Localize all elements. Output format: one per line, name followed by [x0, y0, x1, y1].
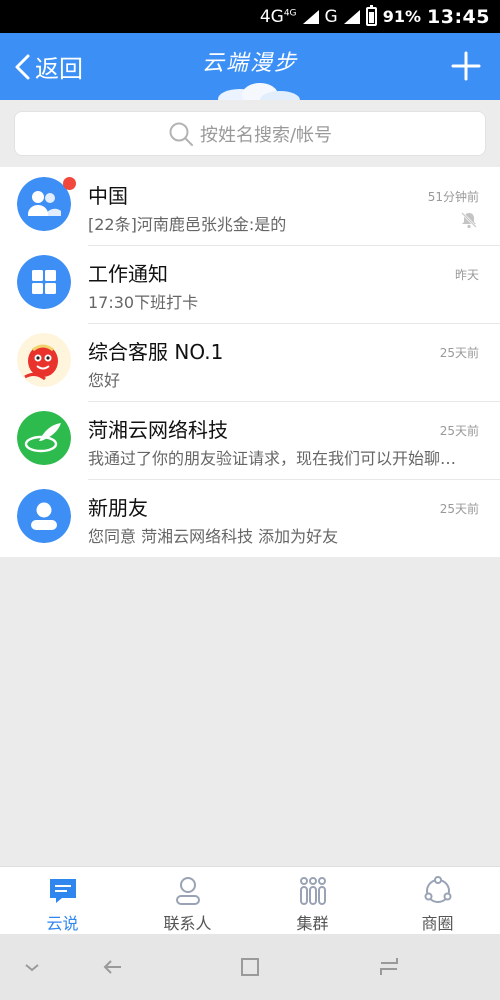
bottom-tab-bar: 云说 联系人 集群 商圈: [0, 866, 500, 934]
tab-contacts[interactable]: 联系人: [125, 867, 250, 934]
contacts-icon: [175, 877, 200, 905]
network-type-2: G: [324, 6, 338, 27]
search-placeholder: 按姓名搜索/帐号: [199, 124, 333, 146]
chat-name: 综合客服 NO.1: [88, 340, 224, 364]
chat-item-china[interactable]: 中国 [22条]河南鹿邑张兆金:是的 51分钟前: [0, 167, 500, 245]
grid-icon: [17, 255, 71, 309]
chat-time: 25天前: [439, 502, 479, 516]
avatar: [17, 333, 71, 387]
chat-preview: 17:30下班打卡: [88, 293, 199, 312]
app-bar: 返回 云端漫步: [0, 33, 500, 100]
search-area: 按姓名搜索/帐号: [0, 100, 500, 167]
chat-preview: 我通过了你的朋友验证请求，现在我们可以开始聊天了: [88, 449, 458, 468]
circle-icon: [424, 876, 451, 903]
chat-item-work-notice[interactable]: 工作通知 17:30下班打卡 昨天: [0, 245, 500, 323]
signal-icon: [302, 9, 319, 24]
cloud-decoration-icon: [218, 83, 300, 100]
tab-label: 商圈: [421, 914, 454, 933]
cluster-icon: [299, 877, 326, 905]
avatar: [17, 255, 71, 309]
chat-time: 25天前: [439, 424, 479, 438]
chat-preview: 您同意 菏湘云网络科技 添加为好友: [88, 527, 339, 546]
chevron-down-icon[interactable]: [20, 955, 44, 979]
muted-bell-icon: [461, 212, 477, 229]
tab-cluster[interactable]: 集群: [250, 867, 375, 934]
tab-label: 云说: [46, 914, 79, 933]
chat-bubble-icon: [49, 879, 76, 903]
status-bar: 4G4G G 91% 13:45: [0, 0, 500, 33]
company-logo: [17, 411, 71, 465]
recents-icon[interactable]: [377, 955, 401, 979]
search-icon: [169, 122, 193, 146]
chat-time: 昨天: [454, 268, 479, 282]
chat-name: 中国: [88, 184, 128, 208]
search-input[interactable]: 按姓名搜索/帐号: [14, 111, 486, 156]
tab-label: 集群: [296, 914, 329, 933]
battery-percent: 91%: [382, 7, 422, 26]
chat-item-customer-service[interactable]: 综合客服 NO.1 您好 25天前: [0, 323, 500, 401]
back-arrow-icon[interactable]: [101, 955, 125, 979]
app-title: 云端漫步: [201, 51, 298, 76]
tab-business-circle[interactable]: 商圈: [375, 867, 500, 934]
signal-icon: [343, 9, 360, 24]
avatar: [17, 411, 71, 465]
person-icon: [17, 489, 71, 543]
chat-preview: 您好: [88, 371, 121, 390]
mascot-avatar: [17, 333, 71, 387]
chat-name: 新朋友: [88, 496, 148, 520]
chat-time: 51分钟前: [427, 190, 479, 204]
chat-list: 中国 [22条]河南鹿邑张兆金:是的 51分钟前 工作通知 17:30下班打卡 …: [0, 167, 500, 557]
add-icon[interactable]: [450, 50, 482, 82]
chat-preview: [22条]河南鹿邑张兆金:是的: [88, 215, 287, 234]
chat-item-new-friends[interactable]: 新朋友 您同意 菏湘云网络科技 添加为好友 25天前: [0, 479, 500, 557]
tab-label: 联系人: [163, 914, 212, 933]
tab-yunshuo[interactable]: 云说: [0, 867, 125, 934]
network-type: 4G4G: [259, 6, 297, 27]
chat-name: 菏湘云网络科技: [88, 418, 228, 442]
home-square-icon[interactable]: [238, 955, 262, 979]
unread-dot: [63, 177, 76, 190]
clock: 13:45: [427, 5, 490, 28]
chat-name: 工作通知: [88, 262, 168, 286]
chat-time: 25天前: [439, 346, 479, 360]
avatar: [17, 489, 71, 543]
battery-icon: [365, 5, 377, 26]
chat-item-company[interactable]: 菏湘云网络科技 我通过了你的朋友验证请求，现在我们可以开始聊天了 25天前: [0, 401, 500, 479]
system-nav-bar: [0, 934, 500, 1000]
